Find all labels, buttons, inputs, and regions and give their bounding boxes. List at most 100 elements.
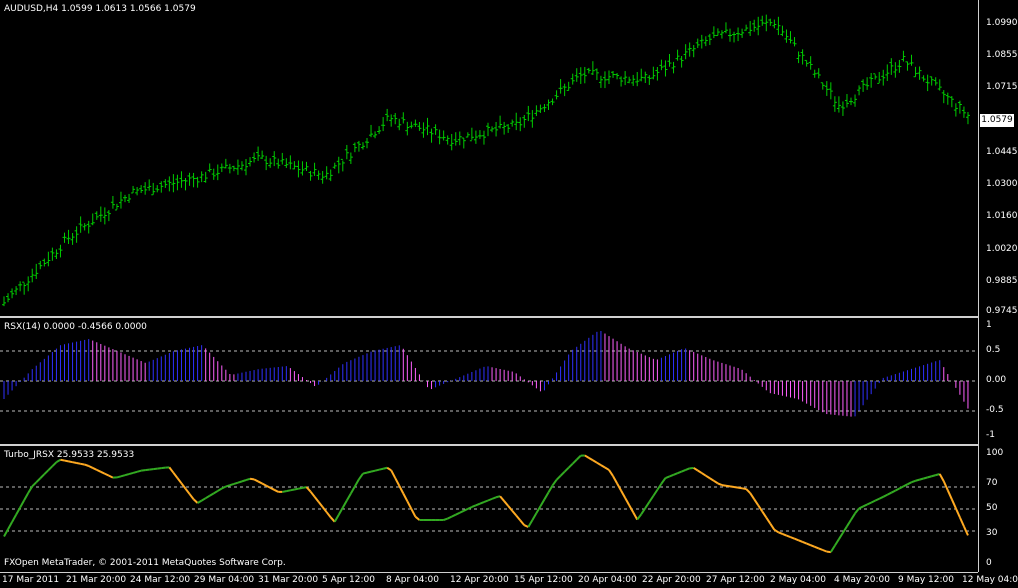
jrsx-segment (31, 481, 37, 488)
jrsx-segment (184, 488, 191, 495)
jrsx-segment (345, 492, 352, 502)
jrsx-segment (475, 502, 481, 507)
jrsx-segment (636, 513, 643, 521)
jrsx-segment (51, 461, 58, 467)
jrsx-segment (362, 471, 368, 475)
jrsx-segment (116, 475, 122, 479)
jrsx-segment (950, 498, 957, 509)
jrsx-segment (298, 486, 303, 490)
jrsx-segment (874, 497, 880, 502)
time-tick-label: 4 May 20:00 (834, 575, 890, 585)
jrsx-segment (349, 485, 356, 494)
jrsx-segment (507, 505, 513, 512)
jrsx-segment (108, 474, 114, 479)
jrsx-segment (592, 459, 598, 464)
jrsx-segment (660, 477, 667, 485)
price-chart-title: AUDUSD,H4 1.0599 1.0613 1.0566 1.0579 (4, 4, 196, 14)
jrsx-segment (92, 467, 98, 471)
rsx-title: RSX(14) 0.0000 -0.4566 0.0000 (4, 322, 147, 332)
jrsx-segment (782, 532, 787, 537)
jrsx-segment (911, 479, 916, 484)
jrsx-segment (527, 519, 534, 528)
rsx-pane[interactable]: RSX(14) 0.0000 -0.4566 0.0000 (0, 318, 978, 444)
time-axis-line (0, 572, 978, 573)
time-tick-label: 22 Apr 20:00 (642, 575, 701, 585)
jrsx-segment (245, 477, 251, 482)
jrsx-segment (737, 486, 743, 490)
price-tick-label: 1.0445 (986, 147, 1018, 157)
jrsx-segment (337, 507, 344, 516)
jrsx-segment (491, 496, 497, 500)
time-tick-label: 8 Apr 04:00 (386, 575, 439, 585)
jrsx-segment (878, 495, 884, 500)
jrsx-segment (786, 534, 791, 539)
jrsx-segment (567, 462, 574, 469)
jrsx-segment (608, 469, 614, 477)
time-tick-label: 27 Apr 12:00 (706, 575, 765, 585)
jrsx-segment (124, 473, 130, 477)
jrsx-segment (410, 508, 417, 518)
jrsx-segment (958, 516, 965, 527)
time-tick-label: 24 Mar 12:00 (130, 575, 191, 585)
jrsx-segment (701, 472, 707, 477)
jrsx-segment (325, 511, 332, 518)
jrsx-segment (136, 469, 142, 473)
jrsx-segment (907, 481, 912, 486)
jrsx-segment (850, 512, 856, 521)
jrsx-segment (209, 492, 215, 497)
jrsx-segment (309, 490, 316, 498)
jrsx-segment (563, 466, 570, 473)
jrsx-segment (866, 501, 872, 506)
jrsx-pane[interactable]: Turbo_JRSX 25.9533 25.9533 FXOpen MetaTr… (0, 446, 978, 572)
price-tick-label: 1.0160 (986, 211, 1018, 221)
jrsx-segment (402, 493, 409, 502)
jrsx-segment (294, 487, 299, 491)
jrsx-segment (543, 491, 550, 500)
jrsx-segment (11, 514, 17, 523)
jrsx-segment (725, 484, 731, 488)
time-tick-label: 29 Mar 04:00 (194, 575, 255, 585)
jrsx-segment (104, 472, 110, 477)
jrsx-segment (354, 478, 360, 487)
jrsx-segment (286, 489, 291, 493)
jrsx-segment (282, 490, 287, 493)
jrsx-tick-label: 30 (986, 528, 998, 538)
jrsx-segment (681, 469, 687, 473)
jrsx-segment (555, 475, 562, 481)
jrsx-segment (677, 470, 682, 475)
price-tick-label: 1.0990 (986, 18, 1018, 28)
jrsx-segment (205, 494, 211, 500)
jrsx-segment (269, 486, 275, 491)
jrsx-segment (140, 469, 146, 472)
rsx-histogram (0, 330, 978, 417)
jrsx-segment (273, 488, 279, 493)
jrsx-segment (769, 523, 776, 531)
jrsx-segment (237, 480, 243, 484)
time-tick-label: 15 Apr 12:00 (514, 575, 573, 585)
jrsx-segment (201, 497, 207, 502)
jrsx-segment (669, 473, 674, 478)
jrsx-segment (479, 501, 485, 505)
jrsx-segment (551, 479, 558, 487)
jrsx-segment (55, 458, 61, 464)
jrsx-segment (483, 499, 489, 504)
jrsx-segment (559, 471, 566, 477)
jrsx-segment (96, 468, 102, 473)
time-tick-label: 21 Mar 20:00 (66, 575, 127, 585)
jrsx-segment (447, 515, 453, 520)
jrsx-segment (487, 497, 493, 502)
jrsx-segment (317, 501, 324, 508)
time-tick-label: 9 May 12:00 (898, 575, 954, 585)
jrsx-segment (665, 475, 670, 479)
jrsx-segment (942, 480, 949, 491)
jrsx-segment (168, 466, 175, 474)
jrsx-segment (761, 510, 768, 519)
rsx-tick-label: 0.00 (986, 375, 1007, 385)
rsx-tick-label: -0.5 (986, 405, 1004, 415)
jrsx-segment (43, 469, 50, 475)
price-chart-pane[interactable]: AUDUSD,H4 1.0599 1.0613 1.0566 1.0579 (0, 0, 978, 316)
time-tick-label: 31 Mar 20:00 (258, 575, 319, 585)
price-tick-label: 0.9745 (986, 306, 1018, 316)
jrsx-segment (713, 479, 719, 485)
jrsx-segment (459, 509, 465, 514)
